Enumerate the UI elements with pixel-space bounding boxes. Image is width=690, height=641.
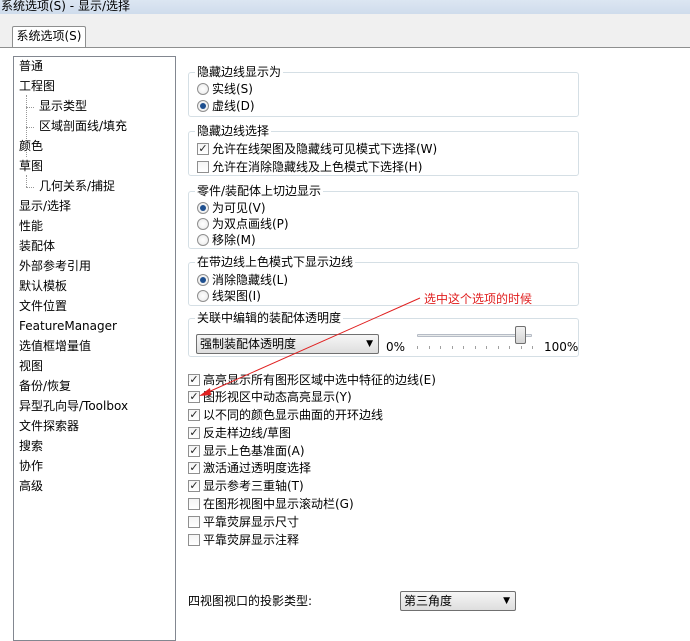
option-label: 线架图(I) <box>212 289 261 303</box>
radio-button[interactable] <box>197 100 209 112</box>
option-label: 平靠荧屏显示尺寸 <box>203 515 300 529</box>
slider-tick <box>440 346 441 349</box>
radio-button[interactable] <box>197 234 209 246</box>
checkbox[interactable]: ✓ <box>188 391 200 403</box>
tree-item-hole-wizard-toolbox[interactable]: 异型孔向导/Toolbox <box>19 397 128 416</box>
tab-system-options[interactable]: 系统选项(S) <box>12 26 86 47</box>
tree-item-drawings[interactable]: 工程图 <box>19 77 55 96</box>
tree-item-view[interactable]: 视图 <box>19 357 43 376</box>
tree-connector <box>26 175 27 187</box>
slider-tick <box>520 346 522 349</box>
tree-connector <box>26 127 34 128</box>
group-title: 隐藏边线选择 <box>195 123 272 139</box>
tree-item-spin-box-increments[interactable]: 选值框增量值 <box>19 337 91 356</box>
annotation-text: 选中这个选项的时候 <box>424 292 533 306</box>
transparency-dropdown[interactable]: 强制装配体透明度 ▼ <box>196 334 379 354</box>
option-label: 以不同的颜色显示曲面的开环边线 <box>203 408 384 422</box>
checkbox[interactable] <box>188 516 200 528</box>
option-label: 允许在消除隐藏线及上色模式下选择(H) <box>212 160 423 174</box>
slider-tick <box>428 346 430 349</box>
option-label: 显示上色基准面(A) <box>203 444 305 458</box>
slider-tick <box>417 346 418 349</box>
group-hidden-edges-display: 隐藏边线显示为 实线(S) 虚线(D) <box>188 64 579 117</box>
option-label: 在图形视图中显示滚动栏(G) <box>203 497 354 511</box>
tree-item-relations-snaps[interactable]: 几何关系/捕捉 <box>39 177 115 196</box>
chevron-down-icon: ▼ <box>503 596 510 606</box>
group-assembly-transparency: 关联中编辑的装配体透明度 强制装配体透明度 ▼ 0% 100% <box>188 310 579 357</box>
chevron-down-icon: ▼ <box>366 339 373 349</box>
slider-max-label: 100% <box>544 340 579 354</box>
checkbox[interactable] <box>188 534 200 546</box>
slider-tick <box>451 346 453 349</box>
tree-item-file-explorer[interactable]: 文件探索器 <box>19 417 79 436</box>
option-label: 显示参考三重轴(T) <box>203 479 304 493</box>
tree-item-performance[interactable]: 性能 <box>19 217 43 236</box>
slider-tick <box>486 346 487 349</box>
slider-tick <box>509 346 510 349</box>
group-title: 隐藏边线显示为 <box>195 64 284 80</box>
option-label: 允许在线架图及隐藏线可见模式下选择(W) <box>212 142 438 156</box>
radio-button[interactable] <box>197 202 209 214</box>
options-tree[interactable]: 普通 工程图 显示类型 区域剖面线/填充 颜色 草图 几何关系/捕捉 显示/选择… <box>13 56 176 641</box>
group-title: 在带边线上色模式下显示边线 <box>195 254 356 270</box>
option-label: 实线(S) <box>212 82 253 96</box>
tab-strip: 系统选项(S) <box>0 14 690 48</box>
radio-button[interactable] <box>197 274 209 286</box>
slider-tick <box>497 346 499 349</box>
option-label: 虚线(D) <box>212 99 255 113</box>
dropdown-value: 强制装配体透明度 <box>200 337 297 351</box>
slider-tick <box>532 346 533 349</box>
option-label: 为可见(V) <box>212 201 266 215</box>
radio-button[interactable] <box>197 83 209 95</box>
projection-label: 四视图视口的投影类型: <box>188 594 313 608</box>
option-label: 高亮显示所有图形区域中选中特征的边线(E) <box>203 373 436 387</box>
checkbox[interactable]: ✓ <box>188 462 200 474</box>
slider-min-label: 0% <box>386 340 406 354</box>
tree-connector <box>26 187 34 188</box>
option-label: 平靠荧屏显示注释 <box>203 533 300 547</box>
checkbox[interactable] <box>197 161 209 173</box>
projection-dropdown[interactable]: 第三角度 ▼ <box>400 591 516 611</box>
tree-item-sketch[interactable]: 草图 <box>19 157 43 176</box>
checkbox[interactable]: ✓ <box>188 409 200 421</box>
tree-connector <box>26 107 34 108</box>
tree-item-assemblies[interactable]: 装配体 <box>19 237 55 256</box>
checkbox[interactable]: ✓ <box>188 427 200 439</box>
group-title: 零件/装配体上切边显示 <box>195 183 324 199</box>
tree-item-search[interactable]: 搜索 <box>19 437 43 456</box>
tree-item-featuremanager[interactable]: FeatureManager <box>19 317 117 336</box>
option-label: 为双点画线(P) <box>212 217 289 231</box>
checkbox[interactable]: ✓ <box>188 480 200 492</box>
slider-tick <box>474 346 476 349</box>
group-hidden-edges-select: 隐藏边线选择 ✓ 允许在线架图及隐藏线可见模式下选择(W) 允许在消除隐藏线及上… <box>188 123 579 176</box>
tree-item-display-style[interactable]: 显示类型 <box>39 97 87 116</box>
tree-item-file-locations[interactable]: 文件位置 <box>19 297 67 316</box>
tree-item-external-references[interactable]: 外部参考引用 <box>19 257 91 276</box>
radio-button[interactable] <box>197 290 209 302</box>
group-title: 关联中编辑的装配体透明度 <box>195 310 344 326</box>
tree-item-collaboration[interactable]: 协作 <box>19 457 43 476</box>
tree-item-display-selection[interactable]: 显示/选择 <box>19 197 71 216</box>
tree-item-default-templates[interactable]: 默认模板 <box>19 277 67 296</box>
tree-item-area-hatch[interactable]: 区域剖面线/填充 <box>39 117 127 136</box>
tree-item-advanced[interactable]: 高级 <box>19 477 43 496</box>
checkbox[interactable]: ✓ <box>197 143 209 155</box>
option-label: 消除隐藏线(L) <box>212 273 289 287</box>
window-title: 系统选项(S) - 显示/选择 <box>0 0 690 14</box>
slider-tick <box>463 346 464 349</box>
tree-item-general[interactable]: 普通 <box>19 57 43 76</box>
dropdown-value: 第三角度 <box>404 594 453 608</box>
group-tangent-edge-display: 零件/装配体上切边显示 为可见(V) 为双点画线(P) 移除(M) <box>188 183 579 249</box>
option-label: 激活通过透明度选择 <box>203 461 312 475</box>
option-label: 移除(M) <box>212 233 256 247</box>
checkbox[interactable]: ✓ <box>188 445 200 457</box>
tree-item-colors[interactable]: 颜色 <box>19 137 43 156</box>
transparency-slider-thumb[interactable] <box>514 326 526 344</box>
checkbox[interactable]: ✓ <box>188 374 200 386</box>
option-label: 图形视区中动态高亮显示(Y) <box>203 390 352 404</box>
checkbox[interactable] <box>188 498 200 510</box>
tree-item-backup-recover[interactable]: 备份/恢复 <box>19 377 71 396</box>
radio-button[interactable] <box>197 218 209 230</box>
option-label: 反走样边线/草图 <box>203 426 292 440</box>
